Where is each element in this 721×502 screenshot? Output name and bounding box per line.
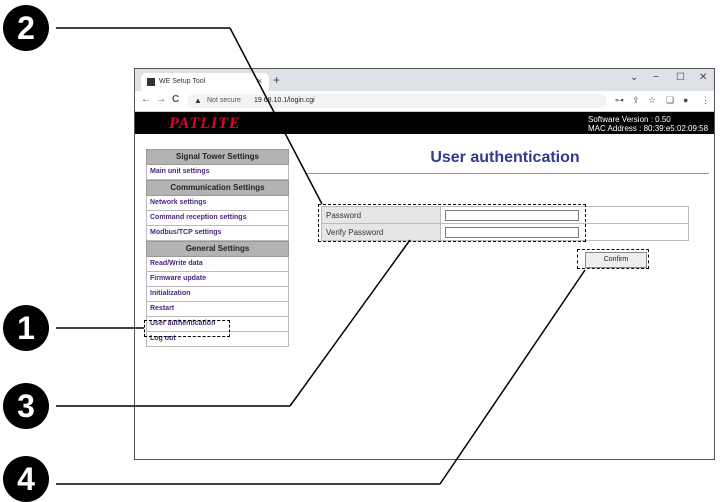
callout-4-highlight (577, 249, 649, 269)
callout-badge-3: 3 (3, 383, 49, 429)
callout-3-line-b (289, 239, 411, 407)
callout-badge-1: 1 (3, 305, 49, 351)
callout-4-line-b (439, 269, 586, 485)
callout-2-line-b (229, 27, 323, 205)
callout-badge-4: 4 (3, 456, 49, 502)
callout-3-highlight (318, 204, 586, 242)
callout-badge-2: 2 (3, 5, 49, 51)
callout-1-highlight (144, 320, 230, 337)
